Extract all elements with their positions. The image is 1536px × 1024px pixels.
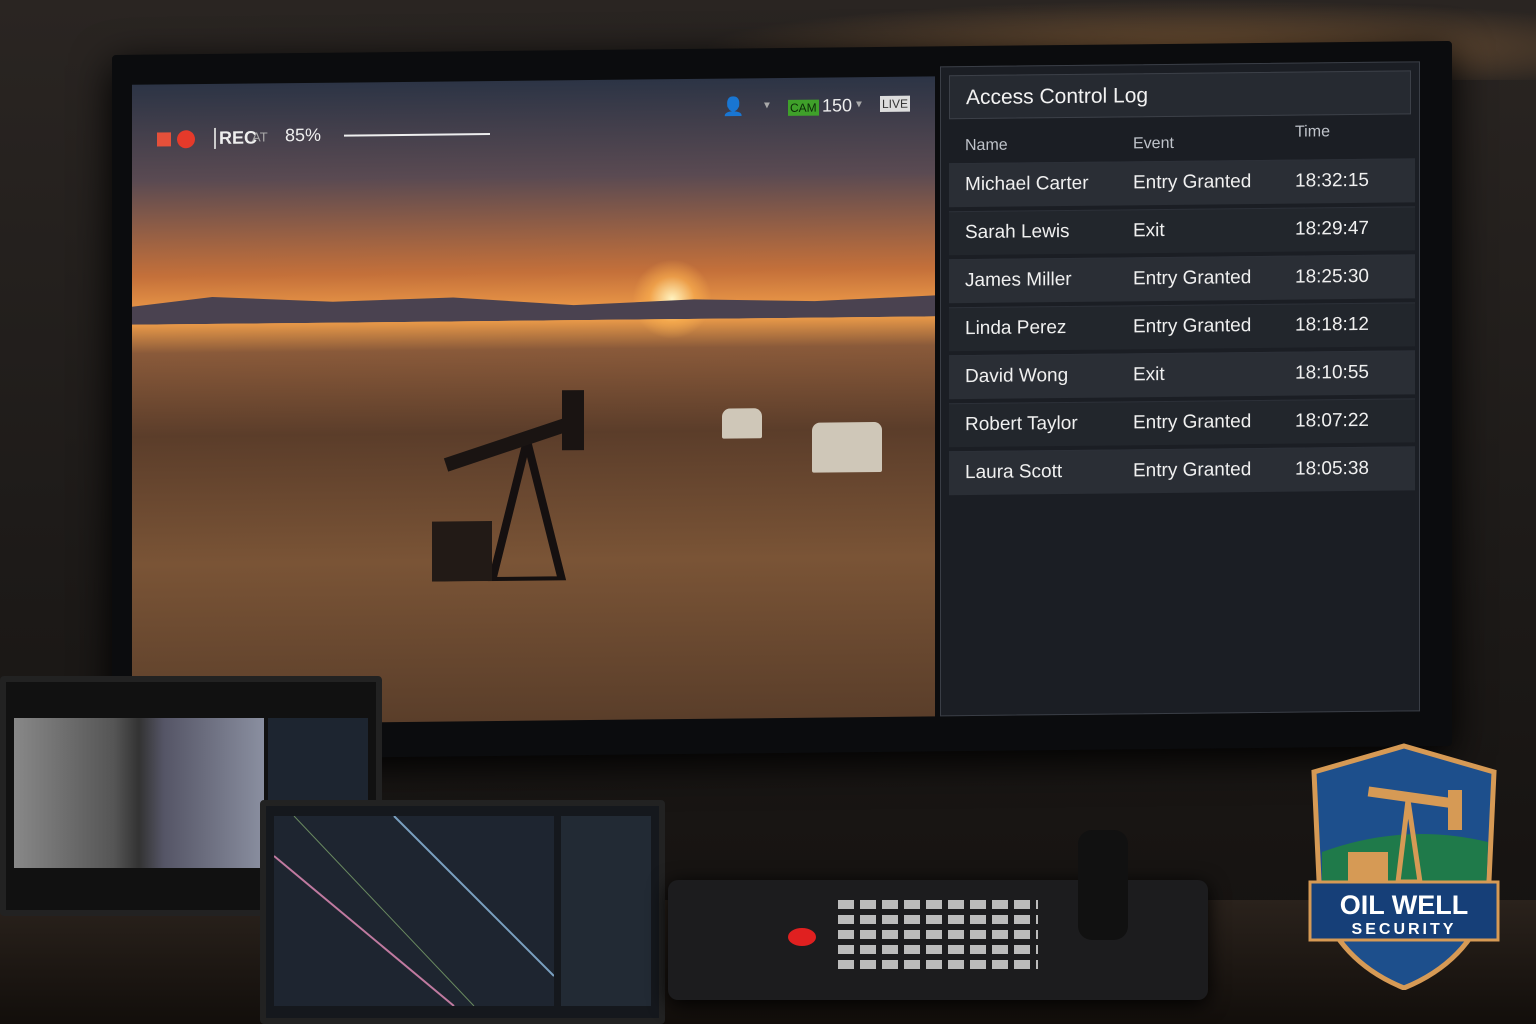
row-time: 18:25:30 (1295, 265, 1369, 288)
row-time: 18:18:12 (1295, 313, 1369, 336)
table-row[interactable]: Laura Scott Entry Granted 18:05:38 (949, 446, 1415, 496)
row-name: James Miller (965, 268, 1072, 292)
row-time: 18:10:55 (1295, 361, 1369, 384)
row-event: Entry Granted (1133, 459, 1252, 482)
panel-title: Access Control Log (949, 70, 1411, 120)
sun (632, 258, 712, 340)
column-header-time: Time (1295, 123, 1330, 141)
main-monitor: REC AT 85% 👤 ▼ CAM 150 ▼ LIVE Access Con… (112, 40, 1452, 761)
rec-label: REC (214, 127, 258, 149)
map-sidebar (561, 816, 651, 1006)
row-event: Entry Granted (1133, 411, 1252, 434)
table-row[interactable]: David Wong Exit 18:10:55 (949, 350, 1415, 400)
table-row[interactable]: Robert Taylor Entry Granted 18:07:22 (949, 398, 1415, 448)
column-header-event: Event (1133, 134, 1174, 153)
mountains (132, 286, 935, 324)
logo-line1: OIL WELL (1340, 890, 1469, 920)
joystick[interactable] (1078, 830, 1128, 940)
row-event: Exit (1133, 363, 1165, 386)
oil-well-security-logo: OIL WELL SECURITY (1308, 743, 1500, 990)
hallway-feed[interactable] (14, 718, 264, 868)
table-row[interactable]: Linda Perez Entry Granted 18:18:12 (949, 302, 1415, 352)
row-time: 18:07:22 (1295, 409, 1369, 432)
chevron-down-icon[interactable]: ▼ (762, 100, 772, 111)
row-event: Exit (1133, 219, 1165, 242)
storage-tank (812, 421, 882, 473)
ptz-controller (668, 830, 1208, 1000)
table-row[interactable]: Sarah Lewis Exit 18:29:47 (949, 206, 1415, 256)
access-control-log-panel: Access Control Log Name Event Time Micha… (940, 61, 1420, 717)
logo-line2: SECURITY (1352, 921, 1457, 938)
row-name: David Wong (965, 365, 1069, 388)
auto-label: AT (252, 129, 268, 145)
row-name: Michael Carter (965, 172, 1089, 196)
row-time: 18:05:38 (1295, 457, 1369, 480)
keypad[interactable] (838, 900, 1038, 970)
row-name: Linda Perez (965, 317, 1067, 340)
column-header-name: Name (965, 136, 1008, 155)
row-event: Entry Granted (1133, 315, 1252, 338)
red-button[interactable] (788, 928, 816, 946)
zoom-percent: 85% (285, 124, 322, 146)
table-row[interactable]: James Miller Entry Granted 18:25:30 (949, 254, 1415, 304)
row-time: 18:32:15 (1295, 169, 1369, 192)
cam-badge: CAM (788, 99, 819, 116)
row-event: Entry Granted (1133, 267, 1252, 290)
row-name: Robert Taylor (965, 412, 1078, 436)
camera-number[interactable]: 150 (822, 95, 852, 116)
row-time: 18:29:47 (1295, 217, 1369, 240)
table-header: Name Event Time (941, 122, 1419, 163)
row-name: Laura Scott (965, 461, 1063, 484)
row-name: Sarah Lewis (965, 220, 1070, 244)
camera-feed[interactable]: REC AT 85% 👤 ▼ CAM 150 ▼ LIVE (132, 76, 935, 725)
stop-icon[interactable] (157, 132, 171, 147)
video-overlay: REC AT 85% 👤 ▼ CAM 150 ▼ LIVE (132, 76, 935, 149)
pumpjack-icon (432, 390, 584, 582)
zoom-slider[interactable] (344, 133, 490, 137)
site-map[interactable] (274, 816, 554, 1006)
storage-tank (722, 408, 762, 439)
live-badge: LIVE (880, 95, 911, 112)
user-icon[interactable]: 👤 (722, 96, 744, 117)
record-icon[interactable] (177, 130, 195, 149)
row-event: Entry Granted (1133, 171, 1252, 194)
map-monitor (260, 800, 665, 1024)
chevron-down-icon[interactable]: ▼ (854, 99, 864, 110)
table-row[interactable]: Michael Carter Entry Granted 18:32:15 (949, 158, 1415, 208)
